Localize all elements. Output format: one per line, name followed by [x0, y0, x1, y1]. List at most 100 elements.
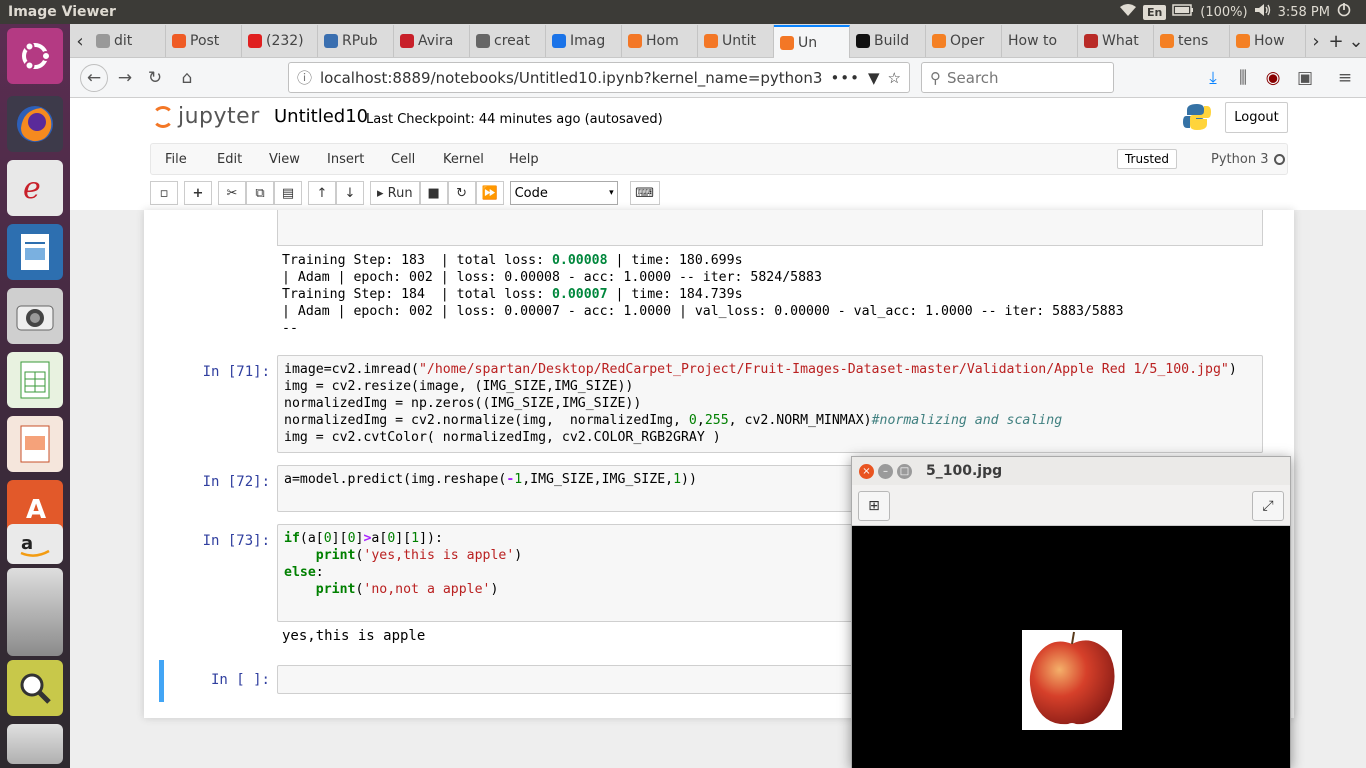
- url-bar[interactable]: ⓘ localhost:8889/notebooks/Untitled10.ip…: [288, 62, 910, 93]
- firefox-icon[interactable]: [7, 96, 63, 152]
- kernel-indicator[interactable]: Python 3: [1211, 152, 1286, 167]
- run-button[interactable]: ▸ Run: [370, 181, 420, 205]
- page-actions-icon[interactable]: •••: [830, 69, 860, 87]
- presentation-icon[interactable]: [7, 416, 63, 472]
- url-text[interactable]: localhost:8889/notebooks/Untitled10.ipyn…: [320, 69, 830, 87]
- copy-icon[interactable]: ⧉: [246, 181, 274, 205]
- browser-tab[interactable]: creat: [470, 25, 546, 57]
- menu-insert[interactable]: Insert: [327, 152, 364, 167]
- browser-tab[interactable]: tens: [1154, 25, 1230, 57]
- code-line: img = cv2.resize(image, (IMG_SIZE,IMG_SI…: [284, 379, 634, 394]
- cut-icon[interactable]: ✂: [218, 181, 246, 205]
- back-icon[interactable]: ←: [80, 64, 108, 92]
- checkpoint-text: Last Checkpoint: 44 minutes ago: [366, 112, 581, 127]
- previous-cell-output: Training Step: 183 | total loss: 0.00008…: [282, 252, 1124, 337]
- browser-tab[interactable]: Oper: [926, 25, 1002, 57]
- insert-cell-icon[interactable]: +: [184, 181, 212, 205]
- move-down-icon[interactable]: ↓: [336, 181, 364, 205]
- evince-icon[interactable]: e: [7, 160, 63, 216]
- reload-icon[interactable]: ↻: [142, 66, 168, 90]
- code-string: 'no,not a apple': [363, 582, 491, 597]
- gallery-icon[interactable]: ⊞: [858, 491, 890, 521]
- tab-scroll-right-icon[interactable]: ›: [1306, 25, 1326, 57]
- browser-tab[interactable]: Avira: [394, 25, 470, 57]
- site-info-icon[interactable]: ⓘ: [297, 67, 312, 88]
- restart-icon[interactable]: ↻: [447, 181, 476, 205]
- ubuntu-logo-icon[interactable]: [7, 28, 63, 84]
- logout-button[interactable]: Logout: [1225, 102, 1288, 133]
- forward-icon[interactable]: →: [112, 66, 138, 90]
- clock[interactable]: 3:58 PM: [1278, 5, 1330, 20]
- menu-file[interactable]: File: [165, 152, 187, 167]
- restart-run-all-icon[interactable]: ⏩: [475, 181, 504, 205]
- browser-tab[interactable]: Un: [774, 25, 850, 58]
- code-cell-71[interactable]: image=cv2.imread("/home/spartan/Desktop/…: [277, 355, 1263, 453]
- browser-tab[interactable]: How: [1230, 25, 1306, 57]
- browser-tab[interactable]: Post: [166, 25, 242, 57]
- downloads-icon[interactable]: ⤓: [1200, 66, 1226, 90]
- dot-favicon-icon: [552, 34, 566, 48]
- stacked-apps-icon[interactable]: [7, 568, 63, 656]
- spreadsheet-icon[interactable]: [7, 352, 63, 408]
- image-viewer-window: × – □ 5_100.jpg ⊞ ⤢: [851, 456, 1291, 768]
- last-checkpoint: Last Checkpoint: 44 minutes ago (autosav…: [366, 112, 663, 127]
- previous-cell-input[interactable]: [277, 210, 1263, 246]
- browser-tab[interactable]: Build: [850, 25, 926, 57]
- paste-icon[interactable]: ▤: [274, 181, 302, 205]
- trusted-indicator[interactable]: Trusted: [1117, 149, 1177, 169]
- browser-tab[interactable]: (232): [242, 25, 318, 57]
- menu-cell[interactable]: Cell: [391, 152, 415, 167]
- menu-edit[interactable]: Edit: [217, 152, 242, 167]
- browser-tab[interactable]: What: [1078, 25, 1154, 57]
- tab-label: Build: [874, 33, 910, 49]
- menu-kernel[interactable]: Kernel: [443, 152, 484, 167]
- fullscreen-icon[interactable]: ⤢: [1252, 491, 1284, 521]
- library-icon[interactable]: ⫼: [1230, 66, 1256, 90]
- tab-label: Avira: [418, 33, 454, 49]
- amazon-icon[interactable]: a: [7, 524, 63, 564]
- volume-icon[interactable]: [1254, 3, 1272, 21]
- command-palette-icon[interactable]: ⌨: [629, 181, 660, 205]
- cell-type-select[interactable]: Code ▾: [509, 181, 618, 205]
- keyboard-layout-indicator[interactable]: En: [1142, 4, 1167, 20]
- browser-tab[interactable]: Hom: [622, 25, 698, 57]
- tab-list-dropdown-icon[interactable]: ⌄: [1346, 25, 1366, 57]
- browser-tab[interactable]: How to: [1002, 25, 1078, 57]
- rpubs-favicon-icon: [324, 34, 338, 48]
- search-bar[interactable]: ⚲ Search: [921, 62, 1114, 93]
- browser-tab[interactable]: dit: [90, 25, 166, 57]
- search-icon: ⚲: [930, 68, 941, 87]
- tab-scroll-left-icon[interactable]: ‹: [70, 25, 90, 57]
- home-icon[interactable]: ⌂: [174, 66, 200, 90]
- trash-icon[interactable]: [7, 724, 63, 764]
- youtube-favicon-icon: [248, 34, 262, 48]
- notebook-name[interactable]: Untitled10: [274, 106, 368, 127]
- image-viewer-icon[interactable]: [7, 660, 63, 716]
- browser-tab[interactable]: Imag: [546, 25, 622, 57]
- move-up-icon[interactable]: ↑: [308, 181, 336, 205]
- camera-icon[interactable]: [7, 288, 63, 344]
- hamburger-menu-icon[interactable]: ≡: [1332, 66, 1358, 90]
- pocket-icon[interactable]: ▼: [868, 69, 880, 87]
- browser-tab[interactable]: Untit: [698, 25, 774, 57]
- sidebar-icon[interactable]: ▣: [1292, 66, 1318, 90]
- battery-icon[interactable]: [1172, 4, 1194, 20]
- menu-view[interactable]: View: [269, 152, 300, 167]
- text-editor-icon[interactable]: [7, 224, 63, 280]
- bookmark-star-icon[interactable]: ☆: [888, 69, 901, 87]
- new-tab-icon[interactable]: +: [1326, 25, 1346, 57]
- menu-help[interactable]: Help: [509, 152, 539, 167]
- wifi-icon[interactable]: [1119, 3, 1137, 21]
- browser-tab[interactable]: RPub: [318, 25, 394, 57]
- save-icon[interactable]: ▫: [150, 181, 178, 205]
- power-icon[interactable]: [1336, 2, 1352, 22]
- close-icon[interactable]: ×: [859, 463, 874, 479]
- maximize-icon[interactable]: □: [897, 463, 912, 479]
- window-titlebar[interactable]: × – □ 5_100.jpg: [852, 457, 1290, 485]
- output-text: | time: 180.699s: [607, 253, 743, 268]
- minimize-icon[interactable]: –: [878, 463, 893, 479]
- postman-favicon-icon: [172, 34, 186, 48]
- interrupt-icon[interactable]: ■: [419, 181, 448, 205]
- ublock-icon[interactable]: ◉: [1260, 66, 1286, 90]
- jupyter-logo[interactable]: jupyter: [152, 104, 260, 129]
